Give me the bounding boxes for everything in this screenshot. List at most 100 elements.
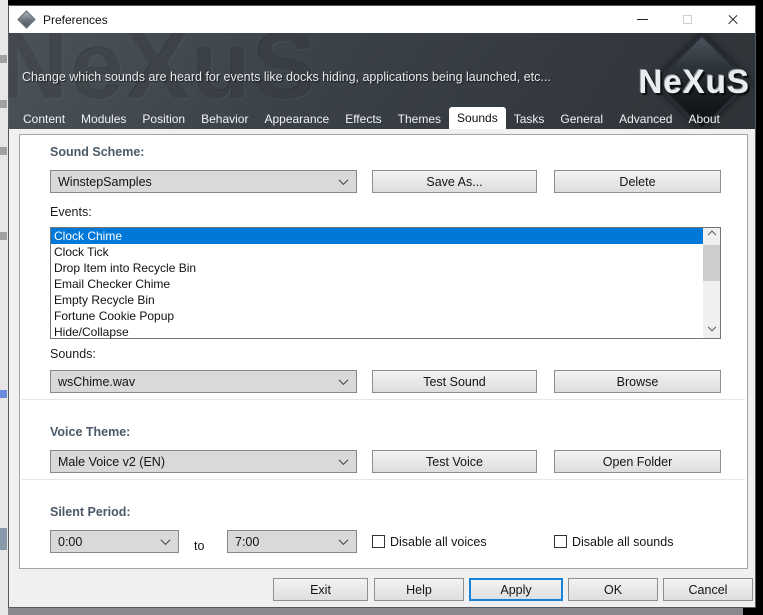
silent-period-to-label: to — [194, 539, 204, 553]
close-icon — [727, 14, 739, 26]
tab-tasks[interactable]: Tasks — [506, 109, 553, 129]
events-scrollbar[interactable] — [703, 228, 720, 338]
help-button[interactable]: Help — [374, 578, 464, 601]
test-sound-button[interactable]: Test Sound — [372, 370, 537, 393]
cancel-button[interactable]: Cancel — [663, 578, 753, 601]
list-item[interactable]: Email Checker Chime — [51, 276, 720, 292]
preferences-dialog: Preferences NeXuS Change which sounds ar… — [8, 5, 756, 608]
browse-button[interactable]: Browse — [554, 370, 721, 393]
delete-label: Delete — [619, 175, 655, 189]
background-selection-fragment — [0, 528, 7, 550]
silent-period-from-select[interactable]: 0:00 — [50, 530, 179, 553]
maximize-icon — [683, 15, 692, 24]
maximize-button[interactable] — [665, 6, 710, 33]
header-banner: NeXuS Change which sounds are heard for … — [9, 33, 755, 129]
chevron-down-icon — [339, 375, 349, 385]
test-voice-label: Test Voice — [426, 455, 483, 469]
help-label: Help — [406, 583, 432, 597]
scroll-up-button[interactable] — [703, 228, 720, 244]
background-text-fragment — [0, 232, 7, 240]
list-item[interactable]: Hide/Collapse — [51, 324, 720, 340]
window-title: Preferences — [43, 13, 108, 27]
title-bar[interactable]: Preferences — [9, 6, 755, 33]
minimize-button[interactable] — [620, 6, 665, 33]
list-item[interactable]: Clock Chime — [51, 228, 720, 244]
sound-scheme-select[interactable]: WinstepSamples — [50, 170, 357, 193]
chevron-up-icon — [707, 230, 715, 238]
app-diamond-icon — [17, 10, 35, 28]
tab-description: Change which sounds are heard for events… — [22, 70, 551, 84]
disable-all-voices-checkbox[interactable]: Disable all voices — [372, 530, 487, 553]
chevron-down-icon — [339, 175, 349, 185]
list-item[interactable]: Fortune Cookie Popup — [51, 308, 720, 324]
section-divider — [22, 399, 745, 400]
tab-general[interactable]: General — [552, 109, 611, 129]
tab-themes[interactable]: Themes — [390, 109, 449, 129]
test-sound-label: Test Sound — [423, 375, 486, 389]
open-folder-label: Open Folder — [603, 455, 672, 469]
tab-behavior[interactable]: Behavior — [193, 109, 256, 129]
voice-theme-value: Male Voice v2 (EN) — [58, 455, 165, 469]
sounds-value: wsChime.wav — [58, 375, 135, 389]
list-item[interactable]: Drop Item into Recycle Bin — [51, 260, 720, 276]
list-item[interactable]: Clock Tick — [51, 244, 720, 260]
browse-label: Browse — [617, 375, 659, 389]
tab-effects[interactable]: Effects — [337, 109, 389, 129]
events-listbox[interactable]: Clock Chime Clock Tick Drop Item into Re… — [50, 227, 721, 339]
scroll-down-button[interactable] — [703, 322, 720, 338]
chevron-down-icon — [339, 455, 349, 465]
exit-label: Exit — [310, 583, 331, 597]
minimize-icon — [637, 19, 648, 20]
scrollbar-thumb[interactable] — [703, 245, 720, 281]
chevron-down-icon — [339, 535, 349, 545]
background-text-fragment — [0, 55, 7, 63]
list-item[interactable]: Empty Recycle Bin — [51, 292, 720, 308]
silent-period-from-value: 0:00 — [58, 535, 82, 549]
tab-content[interactable]: Content — [15, 109, 73, 129]
disable-all-voices-label: Disable all voices — [390, 535, 487, 549]
chevron-down-icon — [707, 323, 715, 331]
background-text-fragment — [0, 147, 7, 155]
background-link-fragment — [0, 390, 7, 398]
ok-label: OK — [604, 583, 622, 597]
tab-modules[interactable]: Modules — [73, 109, 134, 129]
cancel-label: Cancel — [689, 583, 728, 597]
silent-period-to-select[interactable]: 7:00 — [227, 530, 357, 553]
sounds-label: Sounds: — [50, 347, 96, 361]
save-as-button[interactable]: Save As... — [372, 170, 537, 193]
apply-label: Apply — [500, 583, 531, 597]
voice-theme-label: Voice Theme: — [50, 425, 130, 439]
tab-strip: Content Modules Position Behavior Appear… — [15, 109, 728, 129]
voice-theme-select[interactable]: Male Voice v2 (EN) — [50, 450, 357, 473]
close-button[interactable] — [710, 6, 755, 33]
ok-button[interactable]: OK — [568, 578, 658, 601]
disable-all-sounds-checkbox[interactable]: Disable all sounds — [554, 530, 673, 553]
sounds-select[interactable]: wsChime.wav — [50, 370, 357, 393]
silent-period-label: Silent Period: — [50, 505, 131, 519]
tab-about[interactable]: About — [680, 109, 727, 129]
sounds-panel: Sound Scheme: WinstepSamples Save As... … — [19, 134, 748, 569]
tab-advanced[interactable]: Advanced — [611, 109, 680, 129]
background-corner — [743, 608, 763, 615]
silent-period-to-value: 7:00 — [235, 535, 259, 549]
background-window-sliver — [0, 0, 8, 615]
tab-appearance[interactable]: Appearance — [256, 109, 337, 129]
section-divider — [22, 479, 745, 480]
exit-button[interactable]: Exit — [273, 578, 368, 601]
save-as-label: Save As... — [426, 175, 482, 189]
sound-scheme-label: Sound Scheme: — [50, 145, 144, 159]
events-label: Events: — [50, 205, 92, 219]
chevron-down-icon — [161, 535, 171, 545]
apply-button[interactable]: Apply — [469, 578, 563, 601]
tab-sounds[interactable]: Sounds — [449, 107, 506, 129]
tab-position[interactable]: Position — [134, 109, 193, 129]
background-window-bottom-edge — [8, 608, 763, 615]
delete-button[interactable]: Delete — [554, 170, 721, 193]
sound-scheme-value: WinstepSamples — [58, 175, 152, 189]
open-folder-button[interactable]: Open Folder — [554, 450, 721, 473]
checkbox-icon[interactable] — [372, 535, 385, 548]
background-text-fragment — [0, 100, 7, 108]
test-voice-button[interactable]: Test Voice — [372, 450, 537, 473]
nexus-logo-text: NeXuS — [639, 63, 750, 101]
checkbox-icon[interactable] — [554, 535, 567, 548]
